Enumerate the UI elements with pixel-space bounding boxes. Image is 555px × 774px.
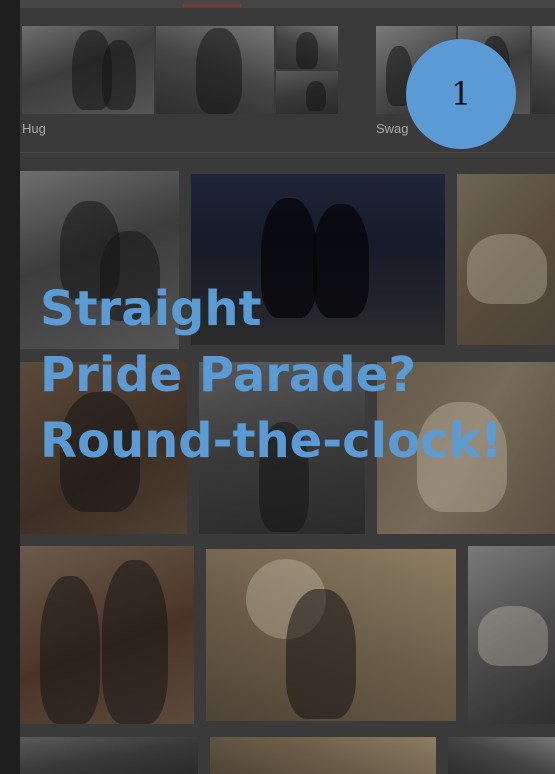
result-image-11[interactable] (210, 737, 436, 774)
badge-number: 1 (450, 75, 472, 113)
hug-category-thumbnail-3[interactable] (276, 26, 338, 69)
result-image-12[interactable] (448, 737, 555, 774)
left-edge-strip (0, 0, 20, 774)
active-tab-indicator (183, 4, 241, 7)
headline-line-1: Straight (40, 281, 262, 337)
headline-line-3: Round-the-clock! (40, 413, 503, 469)
category-divider (20, 152, 555, 153)
hug-category-thumbnail-4[interactable] (276, 71, 338, 114)
image-search-results: Hug Swag 1 Straight Pride Parade? Round-… (0, 0, 555, 774)
hug-category-thumbnail-2[interactable] (156, 26, 274, 114)
result-image-9[interactable] (468, 546, 555, 724)
top-tab-bar (20, 0, 555, 8)
number-badge: 1 (406, 39, 516, 149)
hug-category-thumbnail-1[interactable] (22, 26, 154, 114)
result-image-7[interactable] (20, 546, 194, 724)
category-label-hug[interactable]: Hug (22, 121, 46, 136)
headline-text: Straight Pride Parade? Round-the-clock! (40, 276, 502, 474)
headline-line-2: Pride Parade? (40, 347, 417, 403)
result-image-8[interactable] (206, 549, 456, 721)
result-image-10[interactable] (20, 737, 198, 774)
swag-category-thumbnail-3[interactable] (532, 26, 555, 114)
category-label-swag[interactable]: Swag (376, 121, 409, 136)
